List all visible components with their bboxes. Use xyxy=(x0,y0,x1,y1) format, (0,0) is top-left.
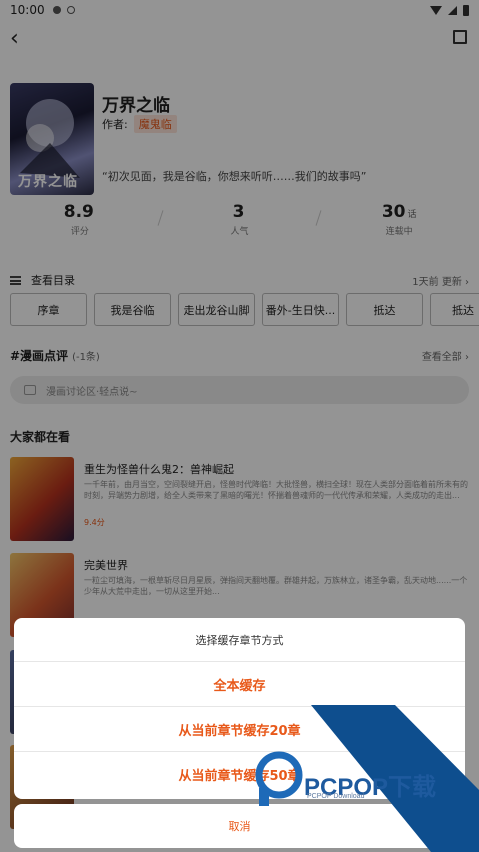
cache-dialog: 选择缓存章节方式 全本缓存 从当前章节缓存20章 从当前章节缓存50章 xyxy=(14,618,465,799)
cache-50-option[interactable]: 从当前章节缓存50章 xyxy=(14,752,465,797)
cache-all-option[interactable]: 全本缓存 xyxy=(14,662,465,707)
dialog-title: 选择缓存章节方式 xyxy=(14,618,465,662)
cancel-button[interactable]: 取消 xyxy=(14,804,465,848)
cache-20-option[interactable]: 从当前章节缓存20章 xyxy=(14,707,465,752)
